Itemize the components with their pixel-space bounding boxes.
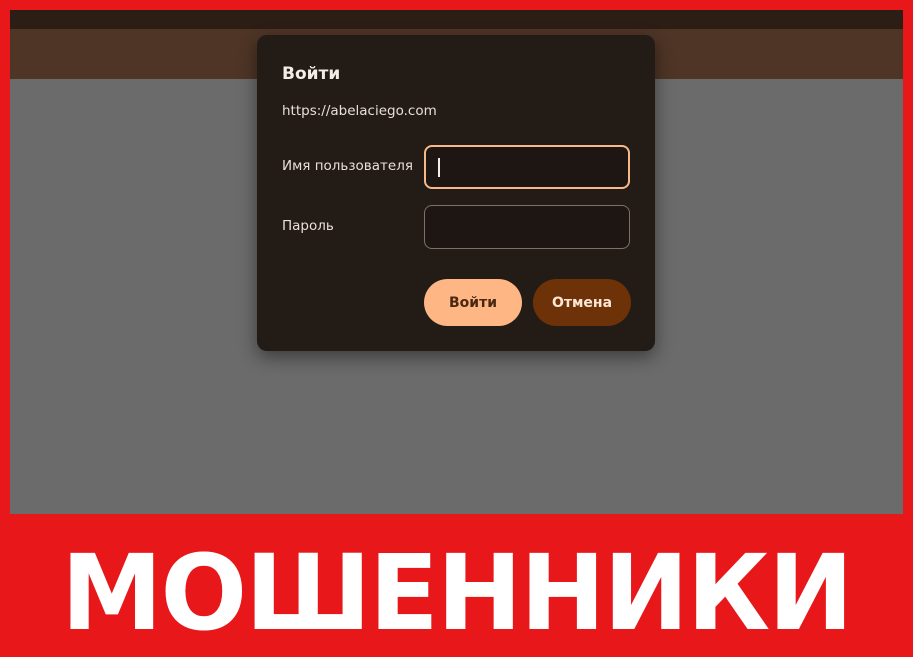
username-label: Имя пользователя: [282, 158, 413, 174]
auth-dialog: Войти https://abelaciego.com Имя пользов…: [257, 35, 655, 351]
dialog-origin-url: https://abelaciego.com: [282, 103, 437, 119]
banner-text: МОШЕННИКИ: [61, 531, 853, 654]
cancel-button[interactable]: Отмена: [533, 279, 631, 326]
username-input[interactable]: [424, 145, 630, 189]
dialog-title: Войти: [282, 64, 341, 84]
browser-screenshot: Войти https://abelaciego.com Имя пользов…: [10, 10, 903, 514]
password-label: Пароль: [282, 218, 334, 234]
login-button[interactable]: Войти: [424, 279, 522, 326]
warning-banner: МОШЕННИКИ: [0, 514, 913, 657]
password-input[interactable]: [424, 205, 630, 249]
browser-toolbar: [10, 10, 903, 29]
text-cursor: [438, 158, 440, 177]
